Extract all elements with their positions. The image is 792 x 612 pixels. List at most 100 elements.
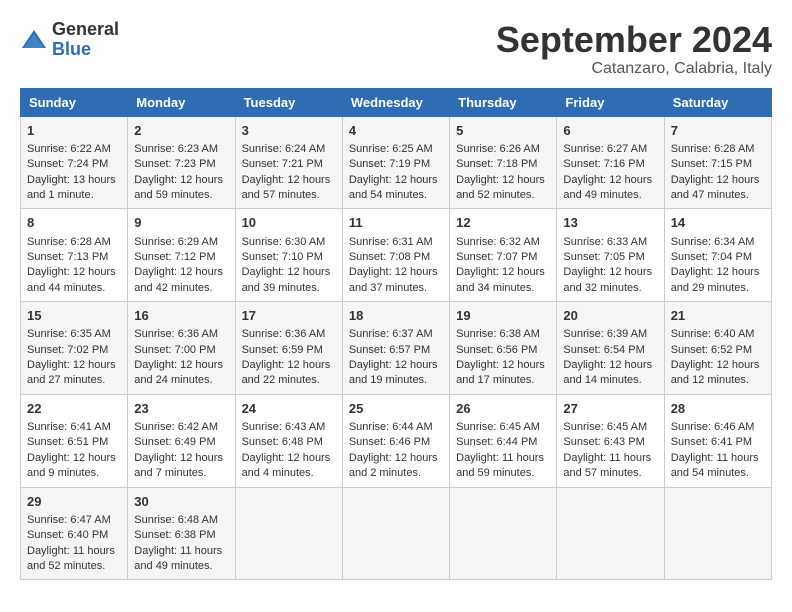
sunrise-label: Sunrise: 6:39 AM	[563, 328, 647, 340]
calendar-header: Sunday Monday Tuesday Wednesday Thursday…	[21, 88, 772, 116]
calendar-cell: 9Sunrise: 6:29 AMSunset: 7:12 PMDaylight…	[128, 209, 235, 302]
calendar-cell: 6Sunrise: 6:27 AMSunset: 7:16 PMDaylight…	[557, 116, 664, 209]
day-number: 19	[456, 307, 550, 325]
calendar-cell: 21Sunrise: 6:40 AMSunset: 6:52 PMDayligh…	[664, 302, 771, 395]
day-number: 26	[456, 400, 550, 418]
location: Catanzaro, Calabria, Italy	[496, 60, 772, 78]
calendar-cell	[557, 487, 664, 580]
daylight-label: Daylight: 12 hours and 39 minutes.	[242, 266, 331, 293]
sunrise-label: Sunrise: 6:26 AM	[456, 143, 540, 155]
day-number: 30	[134, 493, 228, 511]
sunrise-label: Sunrise: 6:42 AM	[134, 421, 218, 433]
calendar-cell: 28 Sunrise: 6:46 AM Sunset: 6:41 PM Dayligh…	[664, 394, 771, 487]
sunset-label: Sunset: 6:43 PM	[563, 436, 644, 448]
sunset-label: Sunset: 6:38 PM	[134, 529, 215, 541]
sunrise-label: Sunrise: 6:40 AM	[671, 328, 755, 340]
sunset-label: Sunset: 6:56 PM	[456, 344, 537, 356]
header-tuesday: Tuesday	[235, 88, 342, 116]
logo-blue-text: Blue	[52, 39, 91, 59]
calendar-cell: 22Sunrise: 6:41 AMSunset: 6:51 PMDayligh…	[21, 394, 128, 487]
sunset-label: Sunset: 6:49 PM	[134, 436, 215, 448]
header-monday: Monday	[128, 88, 235, 116]
calendar-cell: 15Sunrise: 6:35 AMSunset: 7:02 PMDayligh…	[21, 302, 128, 395]
daylight-label: Daylight: 12 hours and 4 minutes.	[242, 452, 331, 479]
sunrise-label: Sunrise: 6:46 AM	[671, 421, 755, 433]
sunrise-label: Sunrise: 6:41 AM	[27, 421, 111, 433]
day-number: 25	[349, 400, 443, 418]
title-block: September 2024 Catanzaro, Calabria, Ital…	[496, 20, 772, 78]
calendar-cell	[235, 487, 342, 580]
sunset-label: Sunset: 7:08 PM	[349, 251, 430, 263]
day-number: 4	[349, 122, 443, 140]
calendar-cell: 30Sunrise: 6:48 AMSunset: 6:38 PMDayligh…	[128, 487, 235, 580]
sunrise-label: Sunrise: 6:23 AM	[134, 143, 218, 155]
month-title: September 2024	[496, 20, 772, 60]
sunrise-label: Sunrise: 6:27 AM	[563, 143, 647, 155]
sunset-label: Sunset: 6:40 PM	[27, 529, 108, 541]
calendar-cell: 26Sunrise: 6:45 AMSunset: 6:44 PMDayligh…	[450, 394, 557, 487]
calendar-cell	[450, 487, 557, 580]
daylight-label: Daylight: 11 hours and 54 minutes.	[671, 452, 759, 479]
daylight-label: Daylight: 12 hours and 52 minutes.	[456, 174, 545, 201]
calendar-week-4: 22 Sunrise: 6:41 AM Sunset: 6:51 PM Dayligh…	[21, 394, 772, 487]
sunrise-label: Sunrise: 6:43 AM	[242, 421, 326, 433]
calendar-week-5: 29Sunrise: 6:47 AMSunset: 6:40 PMDayligh…	[21, 487, 772, 580]
daylight-label: Daylight: 12 hours and 22 minutes.	[242, 359, 331, 386]
sunrise-label: Sunrise: 6:35 AM	[27, 328, 111, 340]
day-number: 14	[671, 214, 765, 232]
daylight-label: Daylight: 12 hours and 57 minutes.	[242, 174, 331, 201]
day-headers-row: Sunday Monday Tuesday Wednesday Thursday…	[21, 88, 772, 116]
sunset-label: Sunset: 6:54 PM	[563, 344, 644, 356]
sunrise-label: Sunrise: 6:22 AM	[27, 143, 111, 155]
calendar-cell: 3Sunrise: 6:24 AMSunset: 7:21 PMDaylight…	[235, 116, 342, 209]
header-sunday: Sunday	[21, 88, 128, 116]
calendar-week-1: 1Sunrise: 6:22 AMSunset: 7:24 PMDaylight…	[21, 116, 772, 209]
calendar-cell: 27Sunrise: 6:45 AMSunset: 6:43 PMDayligh…	[557, 394, 664, 487]
daylight-label: Daylight: 12 hours and 47 minutes.	[671, 174, 760, 201]
sunset-label: Sunset: 6:59 PM	[242, 344, 323, 356]
sunrise-label: Sunrise: 6:36 AM	[242, 328, 326, 340]
sunrise-label: Sunrise: 6:28 AM	[671, 143, 755, 155]
calendar-cell	[664, 487, 771, 580]
daylight-label: Daylight: 12 hours and 19 minutes.	[349, 359, 438, 386]
logo-icon	[20, 26, 48, 54]
day-number: 21	[671, 307, 765, 325]
sunset-label: Sunset: 6:44 PM	[456, 436, 537, 448]
sunrise-label: Sunrise: 6:31 AM	[349, 236, 433, 248]
calendar-cell: 25Sunrise: 6:44 AMSunset: 6:46 PMDayligh…	[342, 394, 449, 487]
sunset-label: Sunset: 6:51 PM	[27, 436, 108, 448]
daylight-label: Daylight: 12 hours and 42 minutes.	[134, 266, 223, 293]
calendar-cell: 13Sunrise: 6:33 AMSunset: 7:05 PMDayligh…	[557, 209, 664, 302]
sunset-label: Sunset: 7:00 PM	[134, 344, 215, 356]
sunset-label: Sunset: 7:15 PM	[671, 158, 752, 170]
sunset-label: Sunset: 7:02 PM	[27, 344, 108, 356]
day-number: 12	[456, 214, 550, 232]
daylight-label: Daylight: 12 hours and 7 minutes.	[134, 452, 223, 479]
sunset-label: Sunset: 6:41 PM	[671, 436, 752, 448]
sunrise-label: Sunrise: 6:45 AM	[563, 421, 647, 433]
sunrise-label: Sunrise: 6:34 AM	[671, 236, 755, 248]
sunset-label: Sunset: 7:05 PM	[563, 251, 644, 263]
calendar-cell: 5Sunrise: 6:26 AMSunset: 7:18 PMDaylight…	[450, 116, 557, 209]
calendar-cell: 14Sunrise: 6:34 AMSunset: 7:04 PMDayligh…	[664, 209, 771, 302]
sunrise-label: Sunrise: 6:24 AM	[242, 143, 326, 155]
header-wednesday: Wednesday	[342, 88, 449, 116]
sunset-label: Sunset: 7:07 PM	[456, 251, 537, 263]
daylight-label: Daylight: 11 hours and 59 minutes.	[456, 452, 544, 479]
day-number: 28	[671, 400, 765, 418]
calendar-cell: 19Sunrise: 6:38 AMSunset: 6:56 PMDayligh…	[450, 302, 557, 395]
calendar-cell: 23Sunrise: 6:42 AMSunset: 6:49 PMDayligh…	[128, 394, 235, 487]
daylight-label: Daylight: 12 hours and 44 minutes.	[27, 266, 116, 293]
sunrise-label: Sunrise: 6:29 AM	[134, 236, 218, 248]
day-number: 7	[671, 122, 765, 140]
calendar-cell: 24Sunrise: 6:43 AMSunset: 6:48 PMDayligh…	[235, 394, 342, 487]
day-number: 6	[563, 122, 657, 140]
day-number: 13	[563, 214, 657, 232]
day-number: 22	[27, 400, 121, 418]
day-number: 17	[242, 307, 336, 325]
sunrise-label: Sunrise: 6:28 AM	[27, 236, 111, 248]
logo-general-text: General	[52, 19, 119, 39]
day-number: 24	[242, 400, 336, 418]
daylight-label: Daylight: 12 hours and 17 minutes.	[456, 359, 545, 386]
calendar-cell: 17 Sunrise: 6:36 AM Sunset: 6:59 PM Dayligh…	[235, 302, 342, 395]
